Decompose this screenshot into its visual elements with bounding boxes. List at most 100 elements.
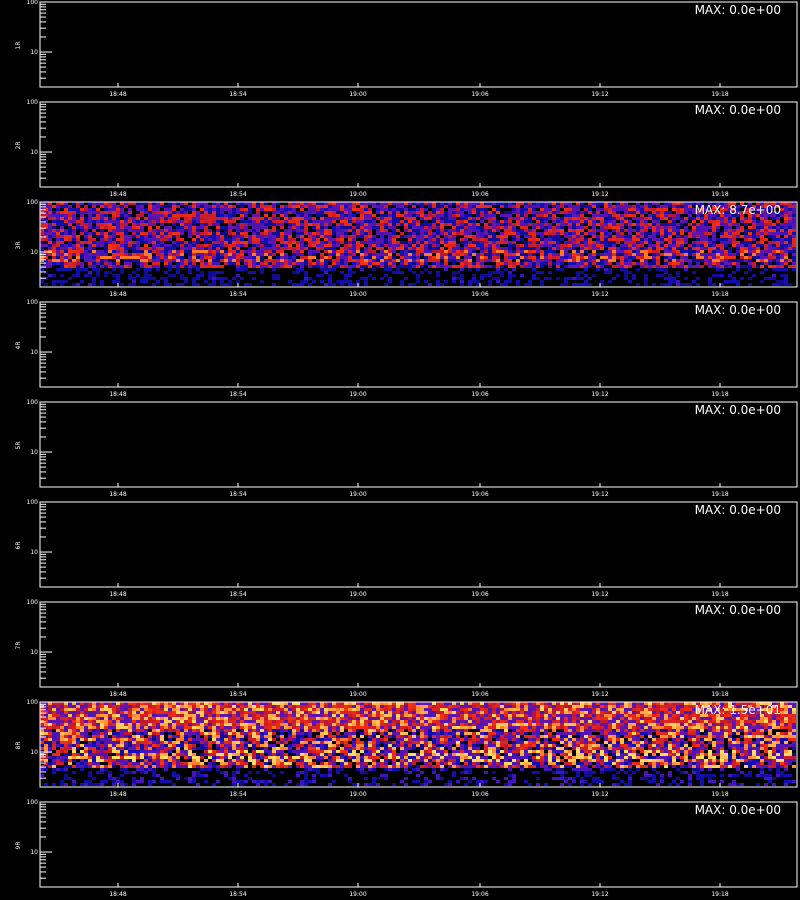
heatmap-cell [388,247,392,250]
heatmap-cell [784,229,788,232]
heatmap-cell [616,262,620,265]
heatmap-cell [676,223,680,226]
heatmap-cell [212,211,216,214]
heatmap-cell [792,223,796,226]
heatmap-cell [632,256,636,259]
heatmap-cell [640,214,644,217]
heatmap-cell [692,220,696,223]
heatmap-cell [740,241,744,244]
heatmap-cell [204,220,208,223]
heatmap-cell [748,253,752,256]
heatmap-cell [444,229,448,232]
heatmap-cell [52,732,56,735]
heatmap-cell [280,214,284,217]
heatmap-cell [576,235,580,238]
heatmap-cell [184,205,188,208]
heatmap-cell [392,223,396,226]
heatmap-cell [280,232,284,235]
heatmap-cell [632,241,636,244]
heatmap-cell [660,274,664,277]
heatmap-cell [320,259,324,262]
heatmap-cell [492,271,496,274]
heatmap-cell [96,214,100,217]
heatmap-cell [612,265,616,268]
heatmap-cell [116,256,120,259]
heatmap-cell [768,223,772,226]
heatmap-cell [448,211,452,214]
heatmap-cell [224,205,228,208]
heatmap-cell [756,229,760,232]
heatmap-cell [740,244,744,247]
heatmap-cell [664,214,668,217]
heatmap-cell [472,253,476,256]
heatmap-cell [256,250,260,253]
heatmap-cell [44,250,48,253]
heatmap-cell [292,229,296,232]
heatmap-cell [488,205,492,208]
heatmap-cell [612,259,616,262]
heatmap-cell [604,205,608,208]
heatmap-cell [640,256,644,259]
heatmap-cell [720,259,724,262]
heatmap-cell [96,747,100,750]
heatmap-cell [284,235,288,238]
heatmap-cell [424,208,428,211]
heatmap-cell [56,768,60,771]
heatmap-cell [616,229,620,232]
x-tick-label: 18:48 [109,391,126,398]
heatmap-cell [236,232,240,235]
heatmap-cell [264,247,268,250]
heatmap-cell [52,220,56,223]
heatmap-cell [244,220,248,223]
heatmap-cell [744,250,748,253]
heatmap-cell [348,274,352,277]
heatmap-cell [68,214,72,217]
heatmap-cell [740,250,744,253]
heatmap-cell [148,780,152,783]
heatmap-cell [52,259,56,262]
heatmap-cell [520,274,524,277]
heatmap-cell [80,759,84,762]
heatmap-cell [664,211,668,214]
heatmap-cell [408,241,412,244]
heatmap-cell [512,253,516,256]
heatmap-cell [516,259,520,262]
heatmap-cell [780,229,784,232]
heatmap-cell [200,232,204,235]
heatmap-cell [96,220,100,223]
heatmap-cell [224,208,228,211]
heatmap-cell [400,220,404,223]
heatmap-cell [236,250,240,253]
heatmap-cell [504,232,508,235]
heatmap-cell [500,274,504,277]
heatmap-cell [600,280,604,283]
heatmap-cell [572,232,576,235]
heatmap-cell [84,226,88,229]
heatmap-cell [652,250,656,253]
heatmap-cell [384,259,388,262]
heatmap-cell [600,229,604,232]
heatmap-cell [60,735,64,738]
heatmap-cell [276,229,280,232]
heatmap-cell [76,208,80,211]
heatmap-cell [776,244,780,247]
heatmap-cell [316,235,320,238]
heatmap-cell [776,250,780,253]
heatmap-cell [784,244,788,247]
heatmap-cell [180,208,184,211]
heatmap-cell [252,247,256,250]
heatmap-cell [316,211,320,214]
heatmap-cell [704,247,708,250]
heatmap-cell [52,247,56,250]
heatmap-cell [216,241,220,244]
heatmap-cell [428,244,432,247]
heatmap-cell [452,256,456,259]
heatmap-cell [228,223,232,226]
heatmap-cell [404,253,408,256]
heatmap-cell [116,208,120,211]
heatmap-cell [352,208,356,211]
heatmap-cell [60,756,64,759]
heatmap-cell [180,247,184,250]
heatmap-cell [52,744,56,747]
heatmap-cell [712,232,716,235]
